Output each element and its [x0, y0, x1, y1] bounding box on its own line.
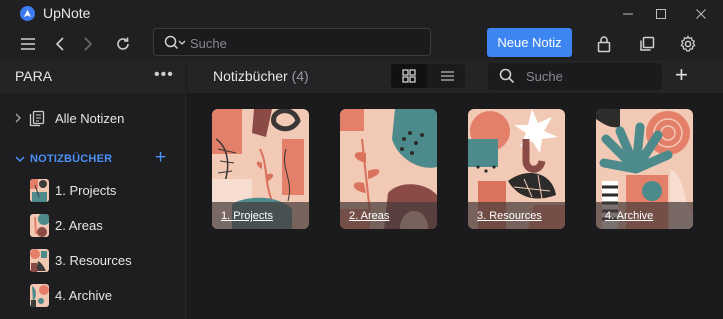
chevron-right-icon[interactable]	[15, 113, 21, 123]
sidebar-item-label: 3. Resources	[55, 253, 132, 268]
copy-icon	[640, 36, 655, 51]
sidebar-item-label: 2. Areas	[55, 218, 103, 233]
sidebar: PARA ••• Alle Notizen NOTIZBÜCHER + 1. P…	[0, 60, 186, 319]
app-title: UpNote	[43, 5, 91, 21]
global-search-input[interactable]	[190, 33, 420, 53]
global-search[interactable]	[153, 28, 431, 56]
notebook-card-areas[interactable]: 2. Areas	[340, 109, 437, 229]
maximize-button[interactable]	[641, 0, 681, 27]
notebook-cover-thumbnail	[30, 249, 49, 272]
sidebar-item-areas[interactable]: 2. Areas	[0, 213, 186, 239]
chevron-left-icon	[55, 37, 64, 51]
notebook-card-title[interactable]: 4. Archive	[605, 210, 653, 222]
add-notebook-main-button[interactable]: +	[675, 62, 688, 88]
sidebar-item-projects[interactable]: 1. Projects	[0, 178, 186, 204]
notebook-search-input[interactable]	[526, 67, 656, 86]
sidebar-item-label: 4. Archive	[55, 288, 113, 303]
notebooks-section-header[interactable]: NOTIZBÜCHER +	[0, 147, 186, 170]
refresh-icon	[117, 37, 129, 50]
sidebar-header: PARA •••	[0, 60, 186, 93]
notebook-count: (4)	[291, 68, 309, 84]
notebook-cover-thumbnail	[30, 179, 49, 202]
notebook-card-title[interactable]: 3. Resources	[477, 210, 542, 222]
view-toggle	[391, 64, 465, 88]
notebook-card-archive[interactable]: 4. Archive	[596, 109, 693, 229]
notebooks-header: Notizbücher (4) +	[187, 60, 723, 93]
close-window-button[interactable]	[681, 0, 721, 27]
gear-icon	[680, 35, 696, 52]
notes-icon	[29, 110, 45, 127]
notebook-card-projects[interactable]: 1. Projects	[212, 109, 309, 229]
new-note-button[interactable]: Neue Notiz	[487, 28, 572, 57]
chevron-down-icon[interactable]	[15, 156, 25, 162]
list-icon	[440, 71, 454, 81]
forward-button[interactable]	[75, 31, 101, 57]
sidebar-item-label: 1. Projects	[55, 183, 117, 198]
sidebar-item-all-notes[interactable]: Alle Notizen	[0, 105, 186, 131]
refresh-button[interactable]	[110, 31, 136, 57]
title-bar: UpNote	[0, 0, 723, 27]
notebook-search[interactable]	[488, 63, 662, 90]
notebook-card-title[interactable]: 1. Projects	[221, 210, 273, 222]
search-filter-icon[interactable]	[164, 35, 186, 51]
more-options-button[interactable]: •••	[154, 66, 174, 84]
page-title-text: Notizbücher	[213, 68, 288, 84]
notebook-grid: 1. Projects 2. Areas 3. Resources 4. Arc…	[187, 93, 723, 319]
back-button[interactable]	[47, 31, 73, 57]
lock-icon	[597, 36, 611, 53]
main-toolbar: Neue Notiz	[0, 27, 723, 60]
notebook-card-title[interactable]: 2. Areas	[349, 210, 389, 222]
notebook-cover-thumbnail	[30, 284, 49, 307]
upnote-logo-icon	[20, 6, 35, 21]
page-title: Notizbücher (4)	[213, 68, 309, 84]
sidebar-item-resources[interactable]: 3. Resources	[0, 248, 186, 274]
grid-icon	[402, 69, 416, 83]
workspace-title: PARA	[15, 68, 53, 84]
hamburger-icon[interactable]	[15, 31, 41, 57]
add-notebook-button[interactable]: +	[155, 147, 166, 169]
notebooks-section-title: NOTIZBÜCHER	[30, 153, 113, 165]
chevron-right-icon	[84, 37, 93, 51]
list-view-button[interactable]	[429, 64, 465, 88]
copy-button[interactable]	[634, 31, 660, 57]
settings-button[interactable]	[675, 31, 701, 57]
grid-view-button[interactable]	[391, 64, 427, 88]
sidebar-item-label: Alle Notizen	[55, 111, 125, 126]
sidebar-item-archive[interactable]: 4. Archive	[0, 283, 186, 309]
notebook-card-resources[interactable]: 3. Resources	[468, 109, 565, 229]
lock-button[interactable]	[591, 31, 617, 57]
notebook-cover-thumbnail	[30, 214, 49, 237]
search-icon	[499, 68, 515, 84]
